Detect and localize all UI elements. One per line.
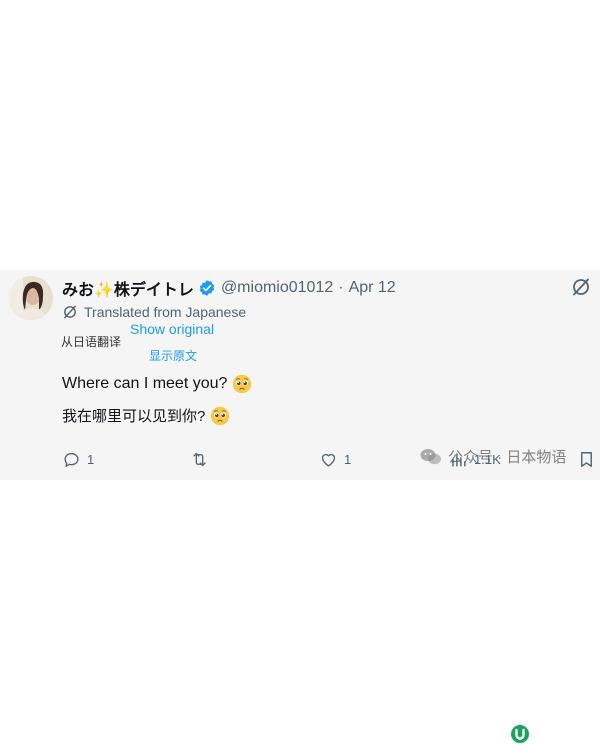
translate-icon [62, 304, 78, 320]
translated-from-label: Translated from Japanese [84, 304, 247, 320]
user-handle[interactable]: @miomio01012 [221, 279, 333, 297]
avatar[interactable] [9, 276, 53, 320]
wechat-icon [420, 448, 442, 466]
watermark: 公众号 · 日本物语 [420, 446, 566, 467]
show-original-link[interactable]: Show original [130, 321, 214, 337]
pleading-face-emoji-icon [210, 406, 230, 426]
translation-notice: Translated from Japanese [62, 304, 246, 320]
translated-from-label-zh: 从日语翻译 [61, 335, 122, 349]
tweet-header: みお✨株デイトレ @miomio01012 · Apr 12 [62, 277, 396, 299]
avatar-image [9, 276, 53, 320]
reply-icon [64, 452, 79, 467]
separator-dot: · [338, 279, 344, 296]
tweet-date[interactable]: Apr 12 [349, 279, 396, 297]
grok-icon[interactable] [571, 277, 591, 297]
tweet-text-en-content: Where can I meet you? [62, 375, 228, 392]
bookmark-button[interactable] [577, 450, 596, 474]
tweet-text-en: Where can I meet you? [62, 374, 252, 394]
show-original-link-zh[interactable]: 显示原文 [149, 347, 197, 364]
app-logo-icon [510, 724, 530, 744]
tweet-text-zh-content: 我在哪里可以见到你? [62, 408, 206, 425]
retweet-icon [193, 452, 206, 467]
display-name[interactable]: みお✨株デイトレ [62, 276, 194, 300]
verified-badge-icon [198, 279, 216, 297]
reply-button[interactable]: 1 [62, 450, 94, 469]
bookmark-icon [581, 452, 592, 467]
retweet-button[interactable] [190, 450, 209, 469]
reply-count: 1 [87, 452, 95, 467]
heart-icon [321, 453, 336, 467]
watermark-text: 公众号 · 日本物语 [448, 449, 567, 466]
tweet-text-zh: 我在哪里可以见到你? [62, 405, 230, 426]
pleading-face-emoji-icon [232, 374, 252, 394]
like-button[interactable]: 1 [319, 450, 351, 469]
tweet-card[interactable]: みお✨株デイトレ @miomio01012 · Apr 12 Translate… [0, 270, 600, 480]
like-count: 1 [344, 452, 352, 467]
